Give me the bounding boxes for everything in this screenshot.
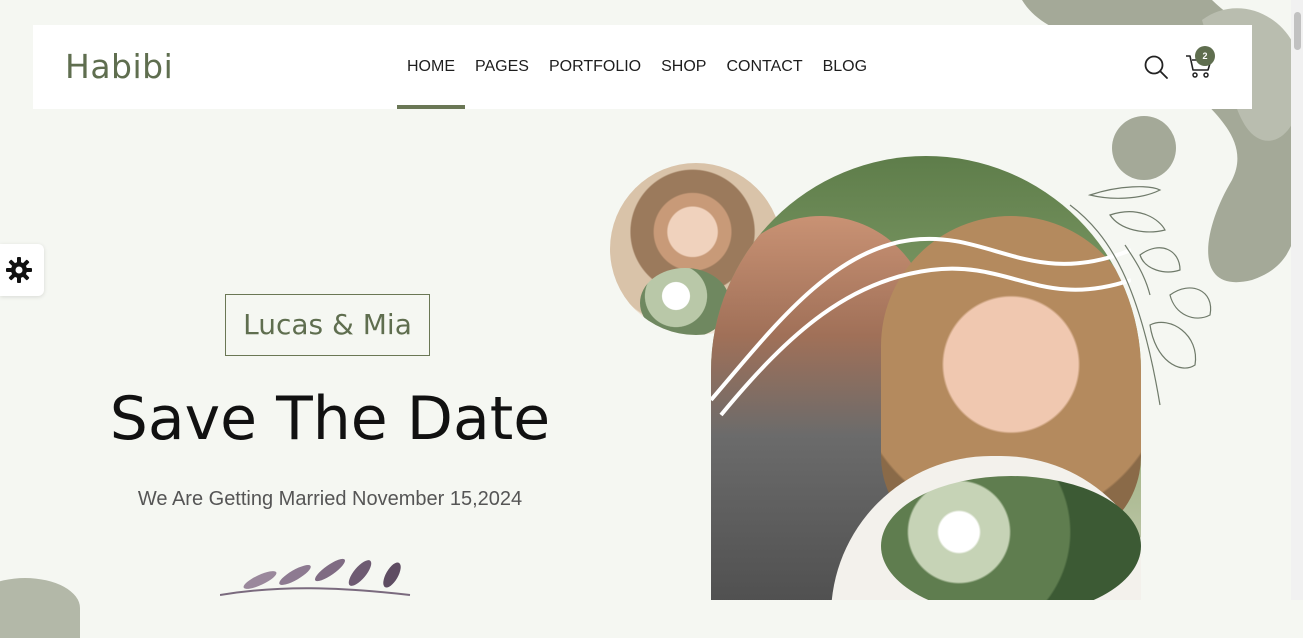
hero-subtitle: We Are Getting Married November 15,2024 [137, 488, 523, 510]
scrollbar-thumb[interactable] [1294, 12, 1301, 50]
main-nav: HOME PAGES PORTFOLIO SHOP CONTACT BLOG [397, 25, 887, 109]
couple-names: Lucas & Mia [225, 294, 430, 356]
hero-headline: Save The Date [109, 384, 551, 454]
floral-line-art [1069, 186, 1212, 406]
settings-toggle[interactable] [0, 244, 44, 296]
nav-portfolio[interactable]: PORTFOLIO [549, 25, 641, 109]
nav-shop[interactable]: SHOP [661, 25, 706, 109]
decorative-circle [1112, 116, 1176, 180]
logo[interactable]: Habibi [65, 47, 173, 86]
nav-pages[interactable]: PAGES [475, 25, 529, 109]
site-header: Habibi HOME PAGES PORTFOLIO SHOP CONTACT… [33, 25, 1252, 109]
nav-contact[interactable]: CONTACT [726, 25, 802, 109]
decorative-blob-bottom [0, 578, 80, 638]
gear-icon [6, 257, 32, 283]
page-scrollbar[interactable] [1291, 0, 1303, 600]
leaf-illustration [220, 558, 411, 596]
nav-home[interactable]: HOME [397, 25, 465, 109]
nav-blog[interactable]: BLOG [823, 25, 867, 109]
cart-count-badge: 2 [1195, 46, 1215, 66]
search-icon[interactable] [1143, 54, 1169, 80]
